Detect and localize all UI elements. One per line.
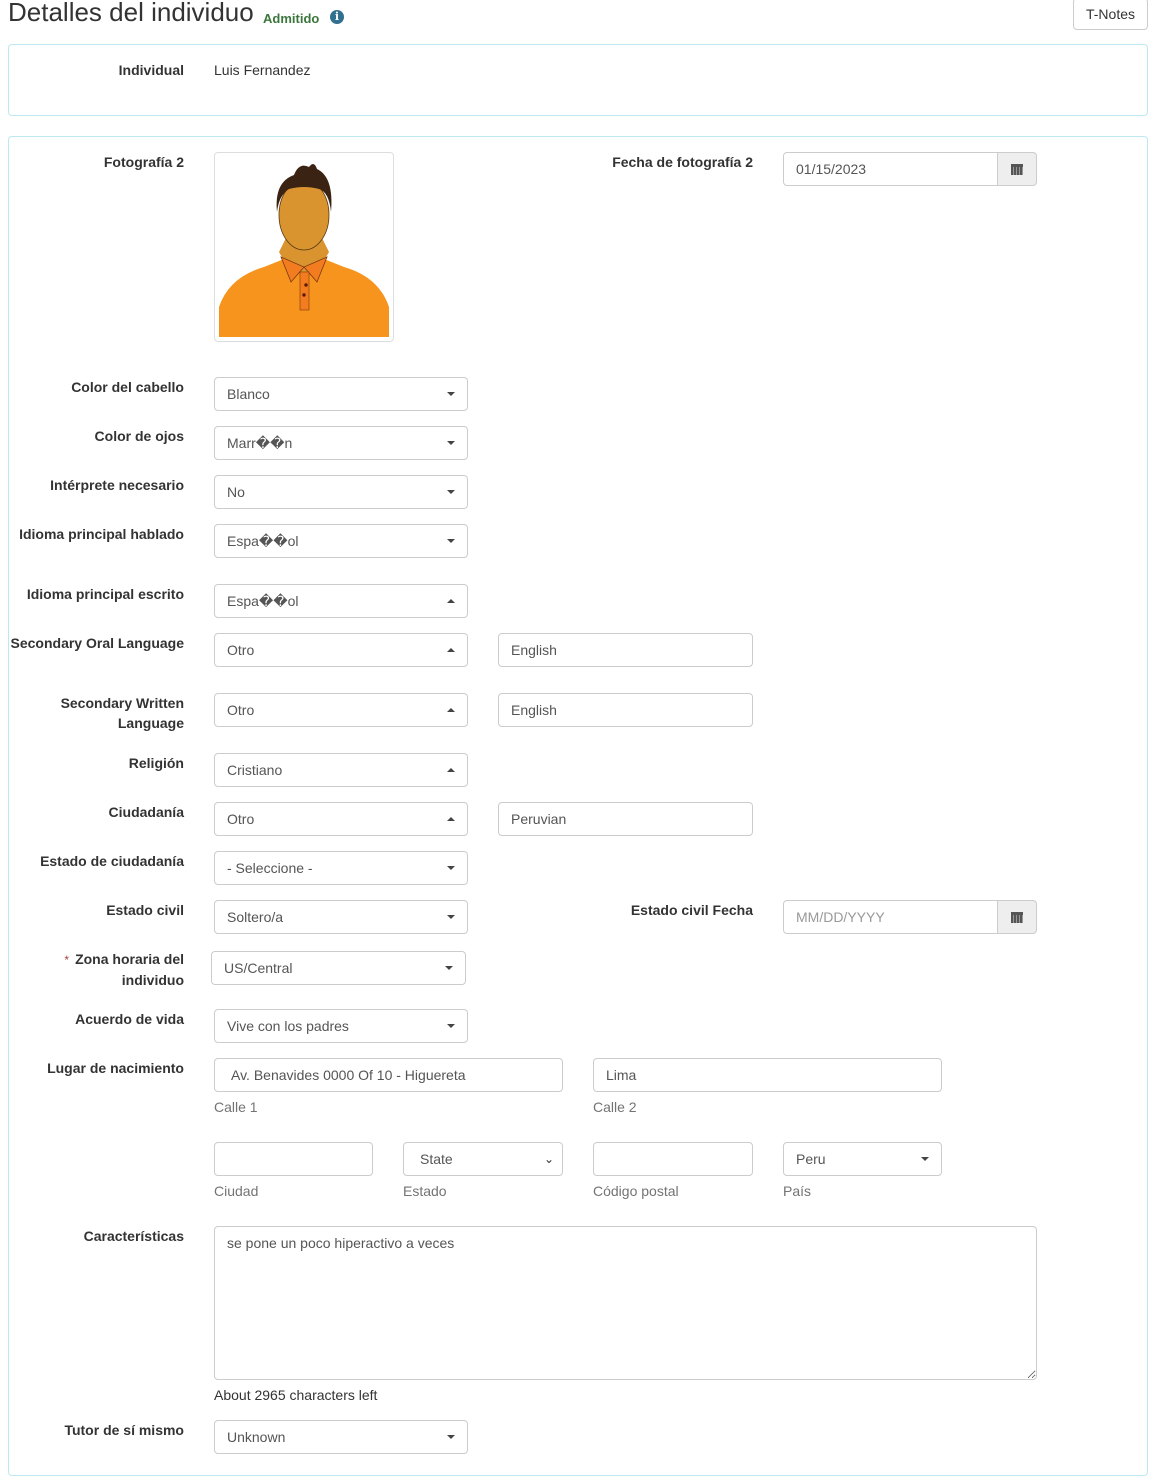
living-arrangement-value: Vive con los padres (227, 1018, 349, 1034)
eye-color-select[interactable]: Marr��n (214, 426, 468, 460)
marital-status-label: Estado civil (106, 902, 184, 918)
birthplace-city-input[interactable] (214, 1142, 373, 1176)
birthplace-street1-input[interactable]: Av. Benavides 0000 Of 10 - Higuereta (214, 1058, 563, 1092)
primary-written-language-label: Idioma principal escrito (26, 586, 184, 602)
secondary-oral-language-select[interactable]: Otro (214, 633, 468, 667)
photo-label: Fotografía 2 (103, 154, 184, 170)
secondary-oral-language-label: Secondary Oral Language (10, 635, 185, 651)
citizenship-status-value: - Seleccione - (227, 860, 313, 876)
characteristics-textarea[interactable]: se pone un poco hiperactivo a veces (214, 1226, 1037, 1380)
timezone-select[interactable]: US/Central (211, 951, 466, 985)
timezone-label-text: Zona horaria del individuo (75, 951, 184, 988)
interpreter-select[interactable]: No (214, 475, 468, 509)
marital-status-value: Soltero/a (227, 909, 284, 925)
interpreter-value: No (227, 484, 245, 500)
hair-color-label: Color del cabello (71, 379, 184, 395)
caret-down-icon (921, 1157, 929, 1161)
citizenship-select[interactable]: Otro (214, 802, 468, 836)
marital-status-date-input[interactable]: MM/DD/YYYY (783, 900, 999, 934)
calendar-icon (1011, 912, 1023, 923)
citizenship-value: Otro (227, 811, 255, 827)
photo-date-picker-button[interactable] (997, 152, 1037, 186)
caret-down-icon (447, 539, 455, 543)
caret-down-icon (447, 1435, 455, 1439)
calendar-icon (1011, 164, 1023, 175)
citizenship-other-input[interactable]: Peruvian (498, 802, 753, 836)
caret-down-icon (447, 392, 455, 396)
birthplace-street2-input[interactable]: Lima (593, 1058, 942, 1092)
citizenship-status-label: Estado de ciudadanía (40, 853, 184, 869)
photo-date-input[interactable]: 01/15/2023 (783, 152, 999, 186)
hair-color-value: Blanco (227, 386, 270, 402)
birthplace-city-help: Ciudad (214, 1183, 259, 1199)
caret-up-icon (447, 817, 455, 821)
birthplace-zip-help: Código postal (593, 1183, 679, 1199)
caret-down-icon (447, 490, 455, 494)
characteristics-label: Características (83, 1228, 184, 1244)
primary-spoken-language-label: Idioma principal hablado (19, 526, 184, 542)
hair-color-select[interactable]: Blanco (214, 377, 468, 411)
person-avatar-image (219, 157, 389, 337)
caret-up-icon (447, 708, 455, 712)
citizenship-status-select[interactable]: - Seleccione - (214, 851, 468, 885)
primary-written-language-select[interactable]: Espa��ol (214, 584, 468, 618)
timezone-label: * Zona horaria del individuo (4, 949, 184, 990)
timezone-value: US/Central (224, 960, 293, 976)
marital-status-date-label: Estado civil Fecha (630, 902, 753, 918)
birthplace-street1-help: Calle 1 (214, 1099, 258, 1115)
caret-up-icon (447, 599, 455, 603)
secondary-written-language-label: Secondary Written Language (60, 695, 184, 731)
birthplace-state-help: Estado (403, 1183, 447, 1199)
birthplace-state-select[interactable]: State ⌄ (403, 1142, 563, 1176)
birthplace-state-value: State (420, 1151, 453, 1167)
eye-color-label: Color de ojos (94, 428, 184, 444)
secondary-written-language-other-input[interactable]: English (498, 693, 753, 727)
caret-down-icon (447, 915, 455, 919)
t-notes-button[interactable]: T-Notes (1073, 0, 1148, 30)
chevron-down-icon: ⌄ (543, 1152, 554, 1166)
status-badge: Admitido (263, 11, 320, 26)
characters-left-counter: About 2965 characters left (214, 1387, 378, 1403)
religion-value: Cristiano (227, 762, 283, 778)
page-title: Detalles del individuo (8, 0, 254, 27)
caret-down-icon (447, 441, 455, 445)
individual-panel (8, 44, 1148, 116)
marital-status-date-picker-button[interactable] (997, 900, 1037, 934)
living-arrangement-label: Acuerdo de vida (75, 1011, 184, 1027)
birthplace-country-value: Peru (796, 1151, 826, 1167)
primary-written-language-value: Espa��ol (227, 593, 299, 609)
caret-down-icon (445, 966, 453, 970)
individual-label: Individual (118, 62, 184, 78)
birthplace-zip-input[interactable] (593, 1142, 753, 1176)
caret-down-icon (447, 1024, 455, 1028)
birthplace-country-help: País (783, 1183, 812, 1199)
caret-down-icon (447, 866, 455, 870)
self-guardian-select[interactable]: Unknown (214, 1420, 468, 1454)
required-asterisk: * (64, 953, 70, 967)
self-guardian-label: Tutor de sí mismo (64, 1422, 184, 1438)
self-guardian-value: Unknown (227, 1429, 286, 1445)
secondary-oral-language-other-input[interactable]: English (498, 633, 753, 667)
secondary-written-language-value: Otro (227, 702, 255, 718)
primary-spoken-language-select[interactable]: Espa��ol (214, 524, 468, 558)
marital-status-select[interactable]: Soltero/a (214, 900, 468, 934)
religion-select[interactable]: Cristiano (214, 753, 468, 787)
secondary-written-language-select[interactable]: Otro (214, 693, 468, 727)
interpreter-label: Intérprete necesario (50, 477, 184, 493)
info-circle-icon[interactable]: i (330, 10, 344, 24)
eye-color-value: Marr��n (227, 435, 293, 451)
birthplace-street2-help: Calle 2 (593, 1099, 637, 1115)
birthplace-country-select[interactable]: Peru (783, 1142, 942, 1176)
individual-value: Luis Fernandez (214, 62, 311, 78)
religion-label: Religión (128, 755, 184, 771)
photo-thumbnail[interactable] (214, 152, 394, 342)
living-arrangement-select[interactable]: Vive con los padres (214, 1009, 468, 1043)
caret-up-icon (447, 768, 455, 772)
photo-date-label: Fecha de fotografía 2 (612, 154, 753, 170)
primary-spoken-language-value: Espa��ol (227, 533, 299, 549)
caret-up-icon (447, 648, 455, 652)
secondary-oral-language-value: Otro (227, 642, 255, 658)
birthplace-label: Lugar de nacimiento (47, 1060, 184, 1076)
citizenship-label: Ciudadanía (108, 804, 184, 820)
